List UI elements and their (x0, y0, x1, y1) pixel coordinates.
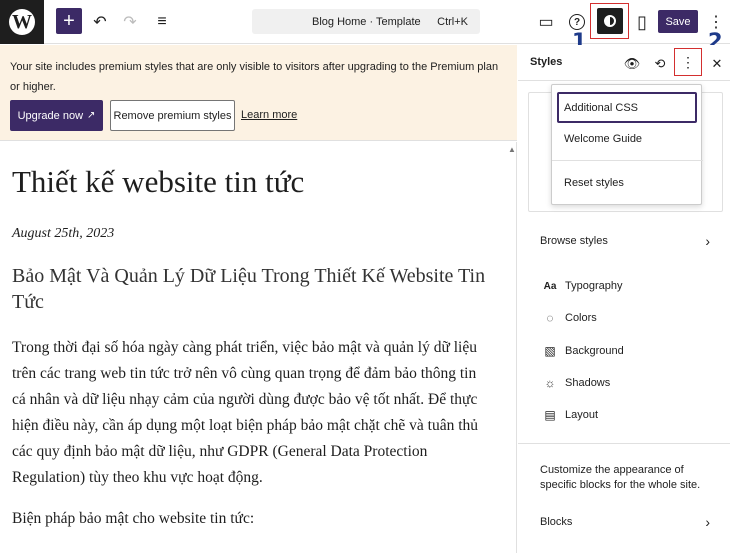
blocks-label: Blocks (540, 516, 573, 528)
editor-canvas[interactable]: ▲ Thiết kế website tin tức August 25th, … (0, 142, 517, 553)
command-shortcut: Ctrl+K (437, 15, 468, 28)
sidebar-item-typography[interactable]: Aa Typography (518, 273, 730, 299)
sidebar-item-colors[interactable]: ◌ Colors (518, 305, 730, 331)
menu-item-additional-css[interactable]: Additional CSS (552, 102, 703, 114)
view-icon[interactable]: ▭ (532, 8, 560, 36)
sidebar-header: Styles 👁 ⟲ ⋮ ✕ (518, 45, 730, 81)
settings-panel-icon[interactable]: ▯ (628, 8, 656, 36)
sidebar-item-label: Shadows (565, 377, 611, 389)
upgrade-now-label: Upgrade now (17, 109, 84, 122)
sidebar-item-label: Colors (565, 312, 597, 324)
eye-icon[interactable]: 👁 (621, 53, 643, 75)
remove-premium-styles-button[interactable]: Remove premium styles (110, 100, 235, 131)
post-date[interactable]: August 25th, 2023 (12, 226, 114, 242)
sidebar-divider (518, 443, 730, 444)
premium-styles-notice: Your site includes premium styles that a… (0, 45, 517, 141)
top-toolbar: W + ↶ ↷ ≡ Blog Home · Template Ctrl+K ▭ … (0, 0, 730, 44)
styles-toggle-button[interactable] (590, 3, 629, 39)
sidebar-item-label: Layout (565, 409, 599, 421)
chevron-right-icon: › (705, 514, 710, 530)
post-title[interactable]: Thiết kế website tin tức (12, 164, 304, 200)
document-title-bar[interactable]: Blog Home · Template Ctrl+K (252, 9, 480, 34)
sidebar-item-layout[interactable]: ▤ Layout (518, 402, 730, 428)
external-link-icon: ↗ (87, 110, 96, 121)
sidebar-item-label: Background (565, 345, 624, 357)
colors-icon: ◌ (546, 311, 554, 325)
chevron-right-icon: › (705, 233, 710, 249)
menu-divider (552, 160, 703, 161)
redo-icon[interactable]: ↷ (116, 8, 144, 36)
menu-item-reset-styles[interactable]: Reset styles (552, 177, 703, 189)
typography-icon: Aa (543, 280, 557, 292)
browse-styles-label: Browse styles (540, 235, 608, 247)
document-title: Blog Home · Template (312, 15, 421, 28)
revisions-icon[interactable]: ⟲ (649, 53, 671, 75)
browse-styles-row[interactable]: Browse styles › (518, 228, 730, 254)
post-paragraph-2[interactable]: Biện pháp bảo mật cho website tin tức: (12, 510, 254, 528)
undo-icon[interactable]: ↶ (86, 8, 114, 36)
notice-message: Your site includes premium styles that a… (10, 61, 499, 93)
sidebar-title: Styles (530, 56, 563, 68)
layout-icon: ▤ (544, 408, 556, 422)
save-button[interactable]: Save (658, 10, 698, 33)
blocks-description: Customize the appearance of specific blo… (540, 464, 701, 491)
shadows-icon: ☼ (544, 376, 556, 390)
sidebar-item-background[interactable]: ▧ Background (518, 338, 730, 364)
scroll-up-arrow-icon[interactable]: ▲ (508, 145, 516, 154)
learn-more-link[interactable]: Learn more (241, 109, 297, 121)
add-block-button[interactable]: + (56, 8, 82, 34)
contrast-icon (596, 8, 623, 34)
close-icon[interactable]: ✕ (706, 53, 728, 75)
more-options-icon[interactable]: ⋮ (674, 48, 702, 76)
upgrade-now-button[interactable]: Upgrade now ↗ (10, 100, 103, 131)
sidebar-item-shadows[interactable]: ☼ Shadows (518, 370, 730, 396)
sidebar-item-label: Typography (565, 280, 623, 292)
menu-item-welcome-guide[interactable]: Welcome Guide (552, 133, 703, 145)
more-options-dropdown: Additional CSS Welcome Guide Reset style… (551, 84, 703, 205)
list-view-icon[interactable]: ≡ (148, 8, 176, 36)
blocks-row[interactable]: Blocks › (518, 509, 730, 535)
background-icon: ▧ (544, 344, 556, 358)
wordpress-logo-icon[interactable]: W (0, 0, 44, 44)
post-paragraph[interactable]: Trong thời đại số hóa ngày càng phát tri… (12, 335, 490, 491)
post-heading[interactable]: Bảo Mật Và Quản Lý Dữ Liệu Trong Thiết K… (12, 263, 502, 315)
